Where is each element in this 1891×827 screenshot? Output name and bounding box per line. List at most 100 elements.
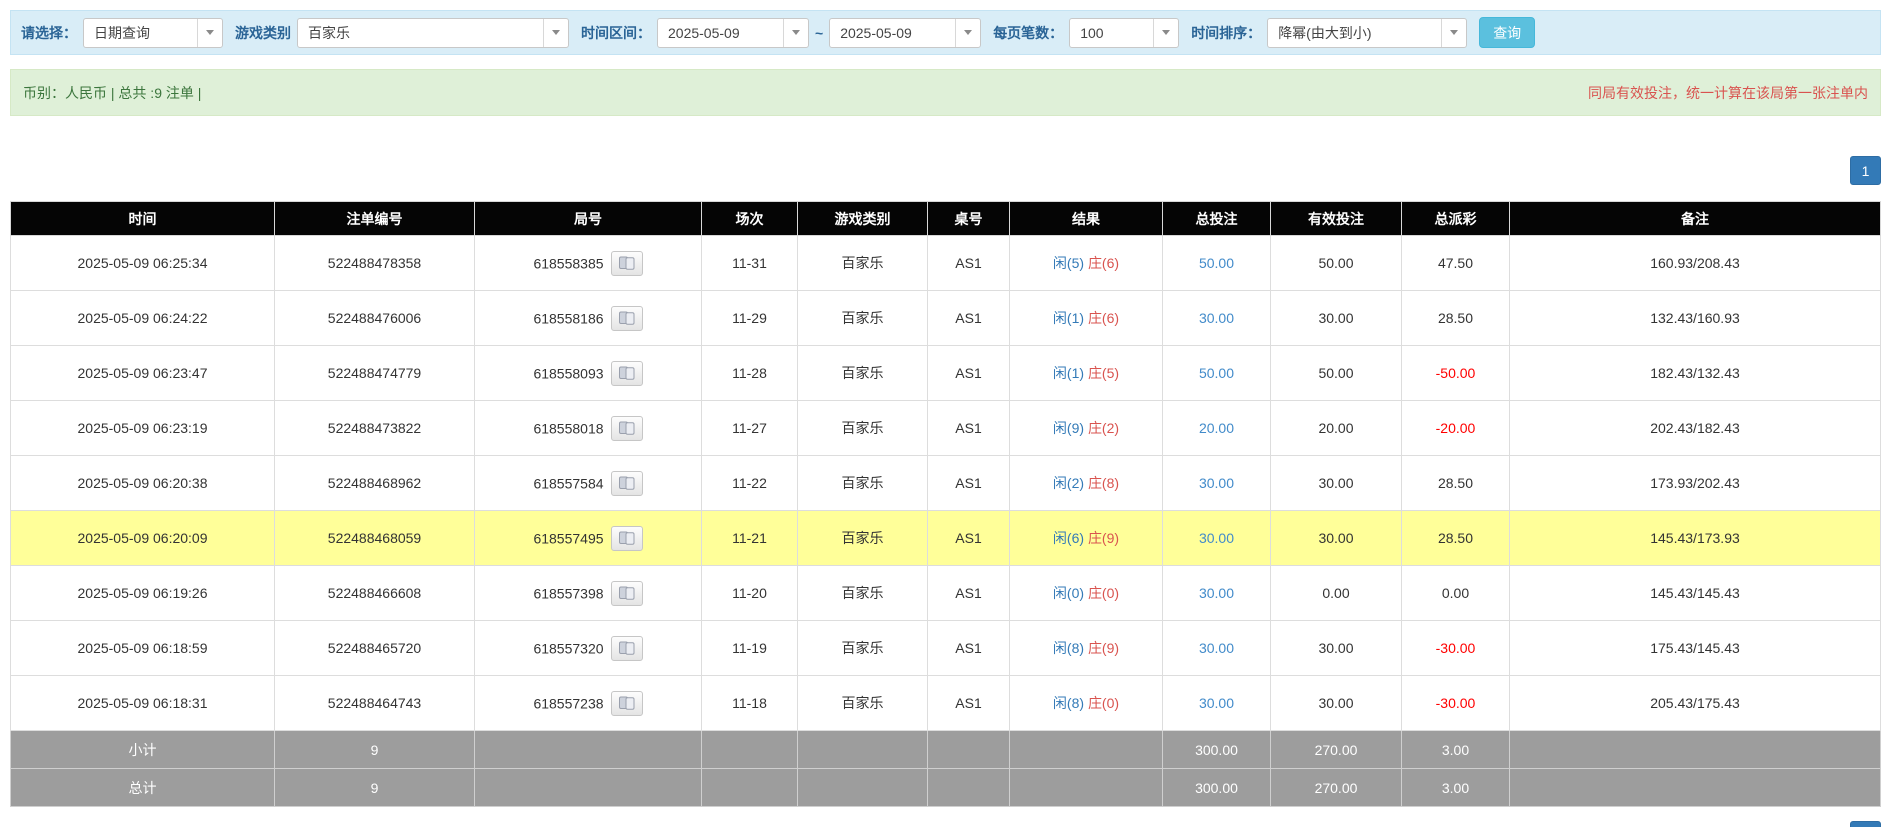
game-type-cell: 百家乐 — [798, 346, 928, 401]
pagination-bottom: 1 — [10, 821, 1881, 827]
payout-cell: 0.00 — [1402, 566, 1510, 621]
result-cell: 闲(1) 庄(5) — [1010, 346, 1163, 401]
bet-id-cell: 522488474779 — [275, 346, 475, 401]
round-cell: 618558018 — [475, 401, 702, 456]
subtotal-row-cell: 300.00 — [1163, 731, 1271, 769]
time-cell: 2025-05-09 06:20:38 — [11, 456, 275, 511]
cards-icon[interactable] — [611, 636, 643, 661]
cards-icon[interactable] — [611, 526, 643, 551]
table-no-cell: AS1 — [928, 676, 1010, 731]
search-button[interactable]: 查询 — [1479, 17, 1535, 48]
session-cell: 11-31 — [702, 236, 798, 291]
round-cell: 618557584 — [475, 456, 702, 511]
table-no-cell: AS1 — [928, 621, 1010, 676]
date-to-value: 2025-05-09 — [830, 19, 955, 47]
result-cell: 闲(2) 庄(8) — [1010, 456, 1163, 511]
round-id: 618558018 — [533, 420, 603, 436]
total-bet-link[interactable]: 30.00 — [1199, 585, 1234, 601]
subtotal-row-cell: 270.00 — [1271, 731, 1402, 769]
bet-id-cell: 522488473822 — [275, 401, 475, 456]
total-bet-link[interactable]: 50.00 — [1199, 255, 1234, 271]
cards-icon[interactable] — [611, 691, 643, 716]
bet-id-cell: 522488464743 — [275, 676, 475, 731]
cards-icon[interactable] — [611, 416, 643, 441]
time-range-label: 时间区间： — [581, 23, 651, 43]
session-cell: 11-28 — [702, 346, 798, 401]
payout-cell: 28.50 — [1402, 291, 1510, 346]
session-cell: 11-20 — [702, 566, 798, 621]
round-id: 618557320 — [533, 640, 603, 656]
table-no-cell: AS1 — [928, 236, 1010, 291]
result-cell: 闲(6) 庄(9) — [1010, 511, 1163, 566]
total-bet-link[interactable]: 30.00 — [1199, 310, 1234, 326]
cards-icon[interactable] — [611, 251, 643, 276]
page-size-select[interactable]: 100 — [1069, 18, 1179, 48]
column-header: 结果 — [1010, 202, 1163, 236]
subtotal-row-cell — [475, 731, 702, 769]
column-header: 局号 — [475, 202, 702, 236]
chevron-down-icon — [1441, 19, 1466, 47]
banker-result: 庄(6) — [1088, 255, 1119, 271]
page-1-button[interactable]: 1 — [1850, 821, 1881, 827]
table-row: 2025-05-09 06:20:09522488468059618557495… — [11, 511, 1881, 566]
date-from-select[interactable]: 2025-05-09 — [657, 18, 809, 48]
bet-id-cell: 522488476006 — [275, 291, 475, 346]
player-result: 闲(1) — [1053, 365, 1084, 381]
game-type-select[interactable]: 百家乐 — [297, 18, 569, 48]
game-type-cell: 百家乐 — [798, 676, 928, 731]
column-header: 桌号 — [928, 202, 1010, 236]
total-bet-cell: 50.00 — [1163, 346, 1271, 401]
cards-icon[interactable] — [611, 581, 643, 606]
column-header: 有效投注 — [1271, 202, 1402, 236]
total-bet-cell: 30.00 — [1163, 621, 1271, 676]
player-result: 闲(6) — [1053, 530, 1084, 546]
total-row-cell — [475, 769, 702, 807]
note-cell: 205.43/175.43 — [1510, 676, 1881, 731]
game-type-cell: 百家乐 — [798, 621, 928, 676]
date-to-select[interactable]: 2025-05-09 — [829, 18, 981, 48]
player-result: 闲(8) — [1053, 695, 1084, 711]
banker-result: 庄(2) — [1088, 420, 1119, 436]
player-result: 闲(2) — [1053, 475, 1084, 491]
page: 请选择： 日期查询 游戏类别 百家乐 时间区间： 2025-05-09 ~ 20… — [0, 0, 1891, 827]
total-row-cell: 9 — [275, 769, 475, 807]
game-type-cell: 百家乐 — [798, 291, 928, 346]
cards-icon[interactable] — [611, 361, 643, 386]
note-cell: 132.43/160.93 — [1510, 291, 1881, 346]
total-bet-link[interactable]: 30.00 — [1199, 695, 1234, 711]
payout-cell: -30.00 — [1402, 676, 1510, 731]
total-bet-link[interactable]: 50.00 — [1199, 365, 1234, 381]
banker-result: 庄(9) — [1088, 530, 1119, 546]
column-header: 注单编号 — [275, 202, 475, 236]
table-row: 2025-05-09 06:18:59522488465720618557320… — [11, 621, 1881, 676]
total-bet-link[interactable]: 30.00 — [1199, 640, 1234, 656]
game-type-cell: 百家乐 — [798, 566, 928, 621]
banker-result: 庄(8) — [1088, 475, 1119, 491]
result-cell: 闲(8) 庄(0) — [1010, 676, 1163, 731]
banker-result: 庄(0) — [1088, 585, 1119, 601]
round-cell: 618557320 — [475, 621, 702, 676]
subtotal-row: 小计9300.00270.003.00 — [11, 731, 1881, 769]
round-cell: 618558385 — [475, 236, 702, 291]
sort-select[interactable]: 降幂(由大到小) — [1267, 18, 1467, 48]
bet-id-cell: 522488468962 — [275, 456, 475, 511]
table-no-cell: AS1 — [928, 346, 1010, 401]
round-id: 618558093 — [533, 365, 603, 381]
round-id: 618557238 — [533, 695, 603, 711]
valid-bet-cell: 50.00 — [1271, 236, 1402, 291]
cards-icon[interactable] — [611, 306, 643, 331]
total-bet-link[interactable]: 30.00 — [1199, 475, 1234, 491]
page-1-button[interactable]: 1 — [1850, 156, 1881, 185]
valid-bet-notice: 同局有效投注，统一计算在该局第一张注单内 — [1588, 83, 1868, 103]
note-cell: 145.43/145.43 — [1510, 566, 1881, 621]
total-bet-link[interactable]: 30.00 — [1199, 530, 1234, 546]
query-type-select[interactable]: 日期查询 — [83, 18, 223, 48]
filter-bar: 请选择： 日期查询 游戏类别 百家乐 时间区间： 2025-05-09 ~ 20… — [10, 10, 1881, 55]
table-row: 2025-05-09 06:23:19522488473822618558018… — [11, 401, 1881, 456]
total-bet-link[interactable]: 20.00 — [1199, 420, 1234, 436]
chevron-down-icon — [197, 19, 222, 47]
round-id: 618558385 — [533, 255, 603, 271]
result-cell: 闲(5) 庄(6) — [1010, 236, 1163, 291]
result-cell: 闲(9) 庄(2) — [1010, 401, 1163, 456]
cards-icon[interactable] — [611, 471, 643, 496]
